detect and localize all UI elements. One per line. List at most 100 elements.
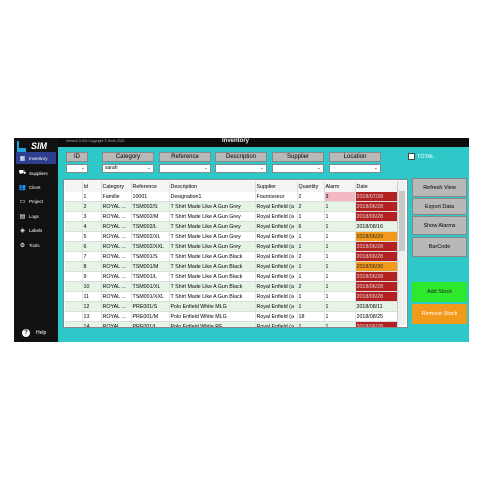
sidebar-item-label: Tools: [29, 242, 40, 248]
table-row[interactable]: 8 ROYAL ... TSM001/M T Shirt Made Like A Gu…: [65, 261, 398, 272]
refresh-view-button[interactable]: Refresh View: [412, 178, 467, 197]
sidebar-item-project[interactable]: ▭ Project: [16, 195, 56, 207]
table-cell: 1: [324, 211, 356, 222]
table-cell: ROYAL ...: [101, 261, 132, 272]
version-text: Version 3.024 Copyright © Sinfo 2022: [66, 139, 125, 143]
table-row[interactable]: 6 ROYAL ... TSM002/XXL T Shirt Made Like A …: [65, 241, 398, 252]
sidebar-item-inventory[interactable]: ▦ Inventory: [16, 152, 56, 164]
table-row[interactable]: 2 ROYAL ... TSM002/S T Shirt Made Like A Gu…: [65, 201, 398, 212]
export-data-button[interactable]: Export Data: [412, 198, 467, 215]
total-checkbox[interactable]: TOTAL: [408, 153, 434, 160]
app-window: Version 3.024 Copyright © Sinfo 2022 Inv…: [14, 138, 469, 342]
table-cell: [65, 241, 83, 252]
filter-description-select[interactable]: ⌄: [215, 164, 267, 173]
column-header[interactable]: [65, 181, 83, 192]
column-header[interactable]: Category: [101, 181, 132, 192]
sidebar-item-logs[interactable]: ▤ Logs: [16, 210, 56, 222]
table-cell: Royal Enfield (a: [255, 231, 298, 242]
table-cell: 2018/06/28: [355, 321, 398, 327]
chevron-down-icon: ⌄: [316, 165, 321, 171]
table-cell: T Shirt Made Like A Gun Black: [169, 261, 256, 272]
column-header[interactable]: Id: [82, 181, 102, 192]
filter-description-button[interactable]: Description: [215, 152, 267, 162]
sidebar-item-client[interactable]: 👥 Client: [16, 181, 56, 193]
table-cell: TSM001/XXL: [131, 291, 170, 302]
filter-supplier-button[interactable]: Supplier: [272, 152, 324, 162]
table-row[interactable]: 14 ROYAL ... PRE001/L Polo Enfield White RF…: [65, 321, 398, 327]
table-cell: 2018/08/11: [355, 301, 398, 312]
tag-icon: ◈: [20, 227, 25, 234]
table-row[interactable]: 4 ROYAL ... TSM002/L T Shirt Made Like A Gu…: [65, 221, 398, 232]
table-cell: 4: [82, 221, 102, 232]
filter-id-button[interactable]: ID: [66, 152, 88, 162]
filter-category-select[interactable]: sarah ⌄: [102, 164, 154, 173]
table-cell: 2018/06/30: [355, 261, 398, 272]
column-header[interactable]: Supplier: [255, 181, 298, 192]
column-header[interactable]: Alarm: [324, 181, 356, 192]
add-stock-button[interactable]: Add Stock: [412, 282, 467, 302]
table-cell: ROYAL ...: [101, 241, 132, 252]
help-button[interactable]: ? Help: [22, 329, 46, 337]
table-cell: ROYAL ...: [101, 201, 132, 212]
table-cell: 10: [82, 281, 102, 292]
table-row[interactable]: 12 ROYAL ... PRE001/S Polo Enfield White ML…: [65, 301, 398, 312]
table-cell: [65, 301, 83, 312]
column-header[interactable]: Date: [355, 181, 398, 192]
filter-location-button[interactable]: Location: [329, 152, 381, 162]
table-cell: [65, 201, 83, 212]
vertical-scrollbar[interactable]: [397, 181, 406, 325]
sidebar-item-tools[interactable]: ⚙ Tools: [16, 239, 56, 251]
table-cell: TSM001/S: [131, 251, 170, 262]
table-row[interactable]: 1 Famille 10001 Designation1 Fournisseur 2 3 20…: [65, 192, 398, 202]
table-cell: 1: [82, 192, 102, 202]
table-cell: T Shirt Made Like A Gun Grey: [169, 221, 256, 232]
table-cell: 2018/06/28: [355, 271, 398, 282]
show-alarms-button[interactable]: Show Alarms: [412, 216, 467, 235]
column-header[interactable]: Quantity: [297, 181, 325, 192]
table-row[interactable]: 9 ROYAL ... TSM001/L T Shirt Made Like A Gu…: [65, 271, 398, 282]
table-cell: Royal Enfield (a: [255, 311, 298, 322]
sidebar-item-suppliers[interactable]: ⛟ Suppliers: [16, 167, 56, 179]
filter-category-button[interactable]: Category: [102, 152, 154, 162]
table-row[interactable]: 5 ROYAL ... TSM002/XL T Shirt Made Like A G…: [65, 231, 398, 242]
filter-supplier-select[interactable]: ⌄: [272, 164, 324, 173]
filter-location-select[interactable]: ⌄: [329, 164, 381, 173]
table-cell: 2: [82, 201, 102, 212]
table-cell: 2018/07/28: [355, 192, 398, 202]
table-cell: 2018/06/28: [355, 241, 398, 252]
table-cell: T Shirt Made Like A Gun Grey: [169, 201, 256, 212]
table-cell: TSM002/XXL: [131, 241, 170, 252]
table-cell: PRE001/L: [131, 321, 170, 327]
folder-icon: ▭: [19, 198, 26, 205]
remove-stock-button[interactable]: Remove Stock: [412, 304, 467, 324]
table-cell: PRE001/S: [131, 301, 170, 312]
table-cell: TSM002/XL: [131, 231, 170, 242]
scrollbar-thumb[interactable]: [399, 191, 405, 251]
filter-reference-button[interactable]: Reference: [159, 152, 211, 162]
filter-id-select[interactable]: ⌄: [66, 164, 88, 173]
table-cell: ROYAL ...: [101, 321, 132, 327]
table-cell: PRE001/M: [131, 311, 170, 322]
table-cell: 1: [324, 271, 356, 282]
table-cell: 1: [324, 221, 356, 232]
column-header[interactable]: Description: [169, 181, 256, 192]
table-cell: 1: [297, 301, 325, 312]
table-cell: 2018/08/16: [355, 221, 398, 232]
table-cell: TSM001/L: [131, 271, 170, 282]
sidebar-item-labels[interactable]: ◈ Labels: [16, 224, 56, 236]
filter-reference-select[interactable]: ⌄: [159, 164, 211, 173]
table-cell: 2: [297, 251, 325, 262]
barcode-button[interactable]: BarCode: [412, 237, 467, 257]
table-row[interactable]: 13 ROYAL ... PRE001/M Polo Enfield White ML…: [65, 311, 398, 322]
table-cell: 2018/06/29: [355, 231, 398, 242]
table-cell: T Shirt Made Like A Gun Black: [169, 291, 256, 302]
window-title: Inventory: [222, 138, 250, 144]
table-row[interactable]: 7 ROYAL ... TSM001/S T Shirt Made Like A Gu…: [65, 251, 398, 262]
table-cell: [65, 221, 83, 232]
table-cell: Royal Enfield (a: [255, 221, 298, 232]
table-row[interactable]: 11 ROYAL ... TSM001/XXL T Shirt Made Like A…: [65, 291, 398, 302]
table-row[interactable]: 3 ROYAL ... TSM002/M T Shirt Made Like A Gu…: [65, 211, 398, 222]
table-row[interactable]: 10 ROYAL ... TSM001/XL T Shirt Made Like A …: [65, 281, 398, 292]
table-cell: 1: [297, 231, 325, 242]
column-header[interactable]: Reference: [131, 181, 170, 192]
